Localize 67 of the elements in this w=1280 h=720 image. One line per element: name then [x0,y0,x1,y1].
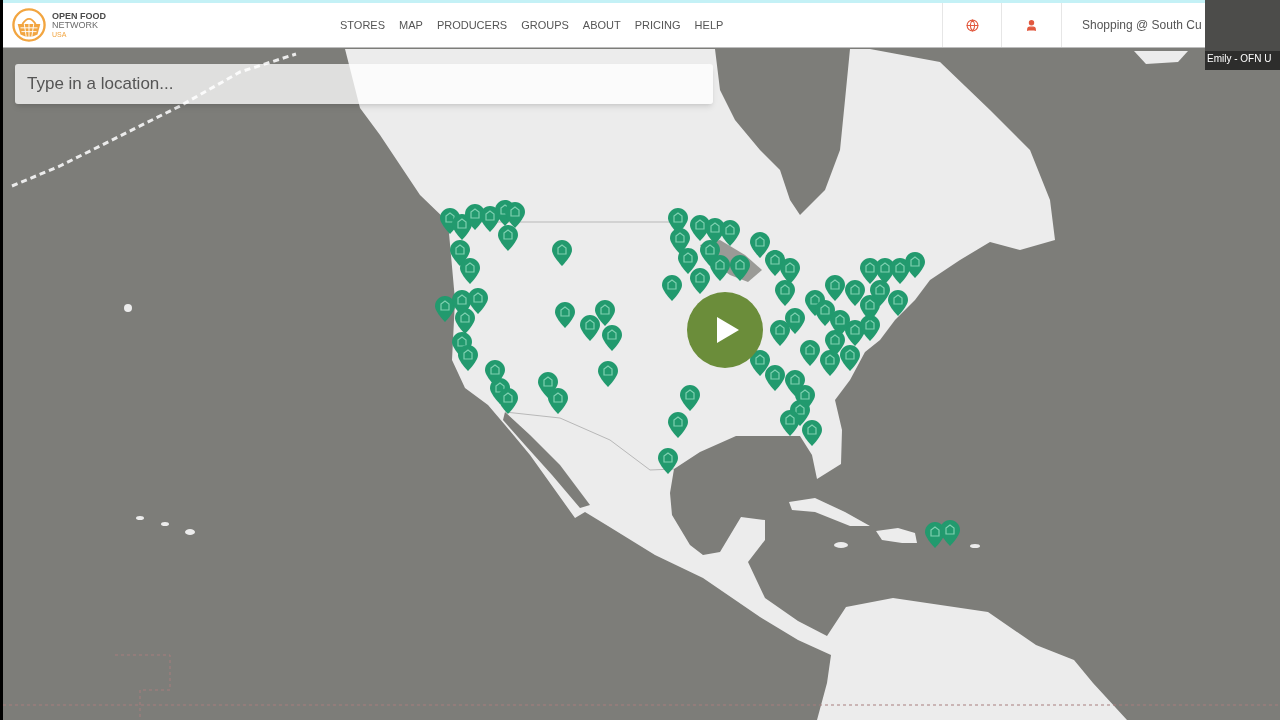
island-drawing [185,529,195,535]
map-pin-icon[interactable] [678,248,698,274]
map-pin-icon[interactable] [840,345,860,371]
map-pin-icon[interactable] [845,280,865,306]
map-pin-icon[interactable] [668,412,688,438]
user-icon [1025,18,1038,32]
island-drawing [161,522,169,526]
map-pin-icon[interactable] [820,350,840,376]
nav-link[interactable]: MAP [399,16,423,34]
globe-icon [965,18,979,32]
participant-name: Emily - OFN U [1205,51,1280,70]
map-pin-icon[interactable] [775,280,795,306]
map-pin-icon[interactable] [905,252,925,278]
map-pin-icon[interactable] [595,300,615,326]
logo-subtitle: NETWORK [52,20,99,30]
map-pin-icon[interactable] [602,325,622,351]
map-pin-icon[interactable] [435,296,455,322]
map-pin-icon[interactable] [780,410,800,436]
map-pin-icon[interactable] [598,361,618,387]
nav-link[interactable]: PRODUCERS [436,16,508,34]
map-pin-icon[interactable] [888,290,908,316]
map-pin-icon[interactable] [785,308,805,334]
island-drawing [970,544,980,548]
map-pin-icon[interactable] [720,220,740,246]
island-drawing [124,304,132,312]
map-pin-icon[interactable] [825,275,845,301]
map-pin-icon[interactable] [690,268,710,294]
logo-title: OPEN FOOD [52,11,106,21]
map-pin-icon[interactable] [710,255,730,281]
map-pin-icon[interactable] [498,388,518,414]
map-pin-icon[interactable] [662,275,682,301]
island-drawing [1134,51,1188,64]
map-pin-icon[interactable] [680,385,700,411]
map-pin-icon[interactable] [802,420,822,446]
map-pin-icon[interactable] [780,258,800,284]
location-search-field[interactable]: Type in a location... [15,64,713,104]
map-pin-icon[interactable] [455,308,475,334]
nav-link[interactable]: HELP [694,16,724,34]
nav-link[interactable]: STORES [340,16,386,34]
map-pin-icon[interactable] [458,345,478,371]
map-pin-icon[interactable] [750,232,770,258]
map-pin-icon[interactable] [825,330,845,356]
map-pin-icon[interactable] [860,315,880,341]
island-drawing [136,516,144,520]
map-pin-icon[interactable] [800,340,820,366]
nav-link[interactable]: ABOUT [582,16,621,34]
map-pin-icon[interactable] [498,225,518,251]
map-pin-icon[interactable] [830,310,850,336]
map-pin-icon[interactable] [460,258,480,284]
nav-link[interactable]: GROUPS [521,16,569,34]
map-pin-icon[interactable] [548,388,568,414]
map-pin-icon[interactable] [552,240,572,266]
basket-logo-icon[interactable] [12,8,46,42]
map-pin-icon[interactable] [860,295,880,321]
map-pin-icon[interactable] [555,302,575,328]
map-pin-icon[interactable] [940,520,960,546]
island-drawing [876,528,917,543]
map-pin-icon[interactable] [580,315,600,341]
map-pin-icon[interactable] [468,288,488,314]
map-pin-icon[interactable] [770,320,790,346]
map-pin-icon[interactable] [730,255,750,281]
map-pin-icon[interactable] [505,202,525,228]
map-pin-icon[interactable] [658,448,678,474]
island-drawing [834,542,848,548]
map-pin-icon[interactable] [765,365,785,391]
nav-link[interactable]: PRICING [634,16,681,34]
play-icon [716,317,739,343]
